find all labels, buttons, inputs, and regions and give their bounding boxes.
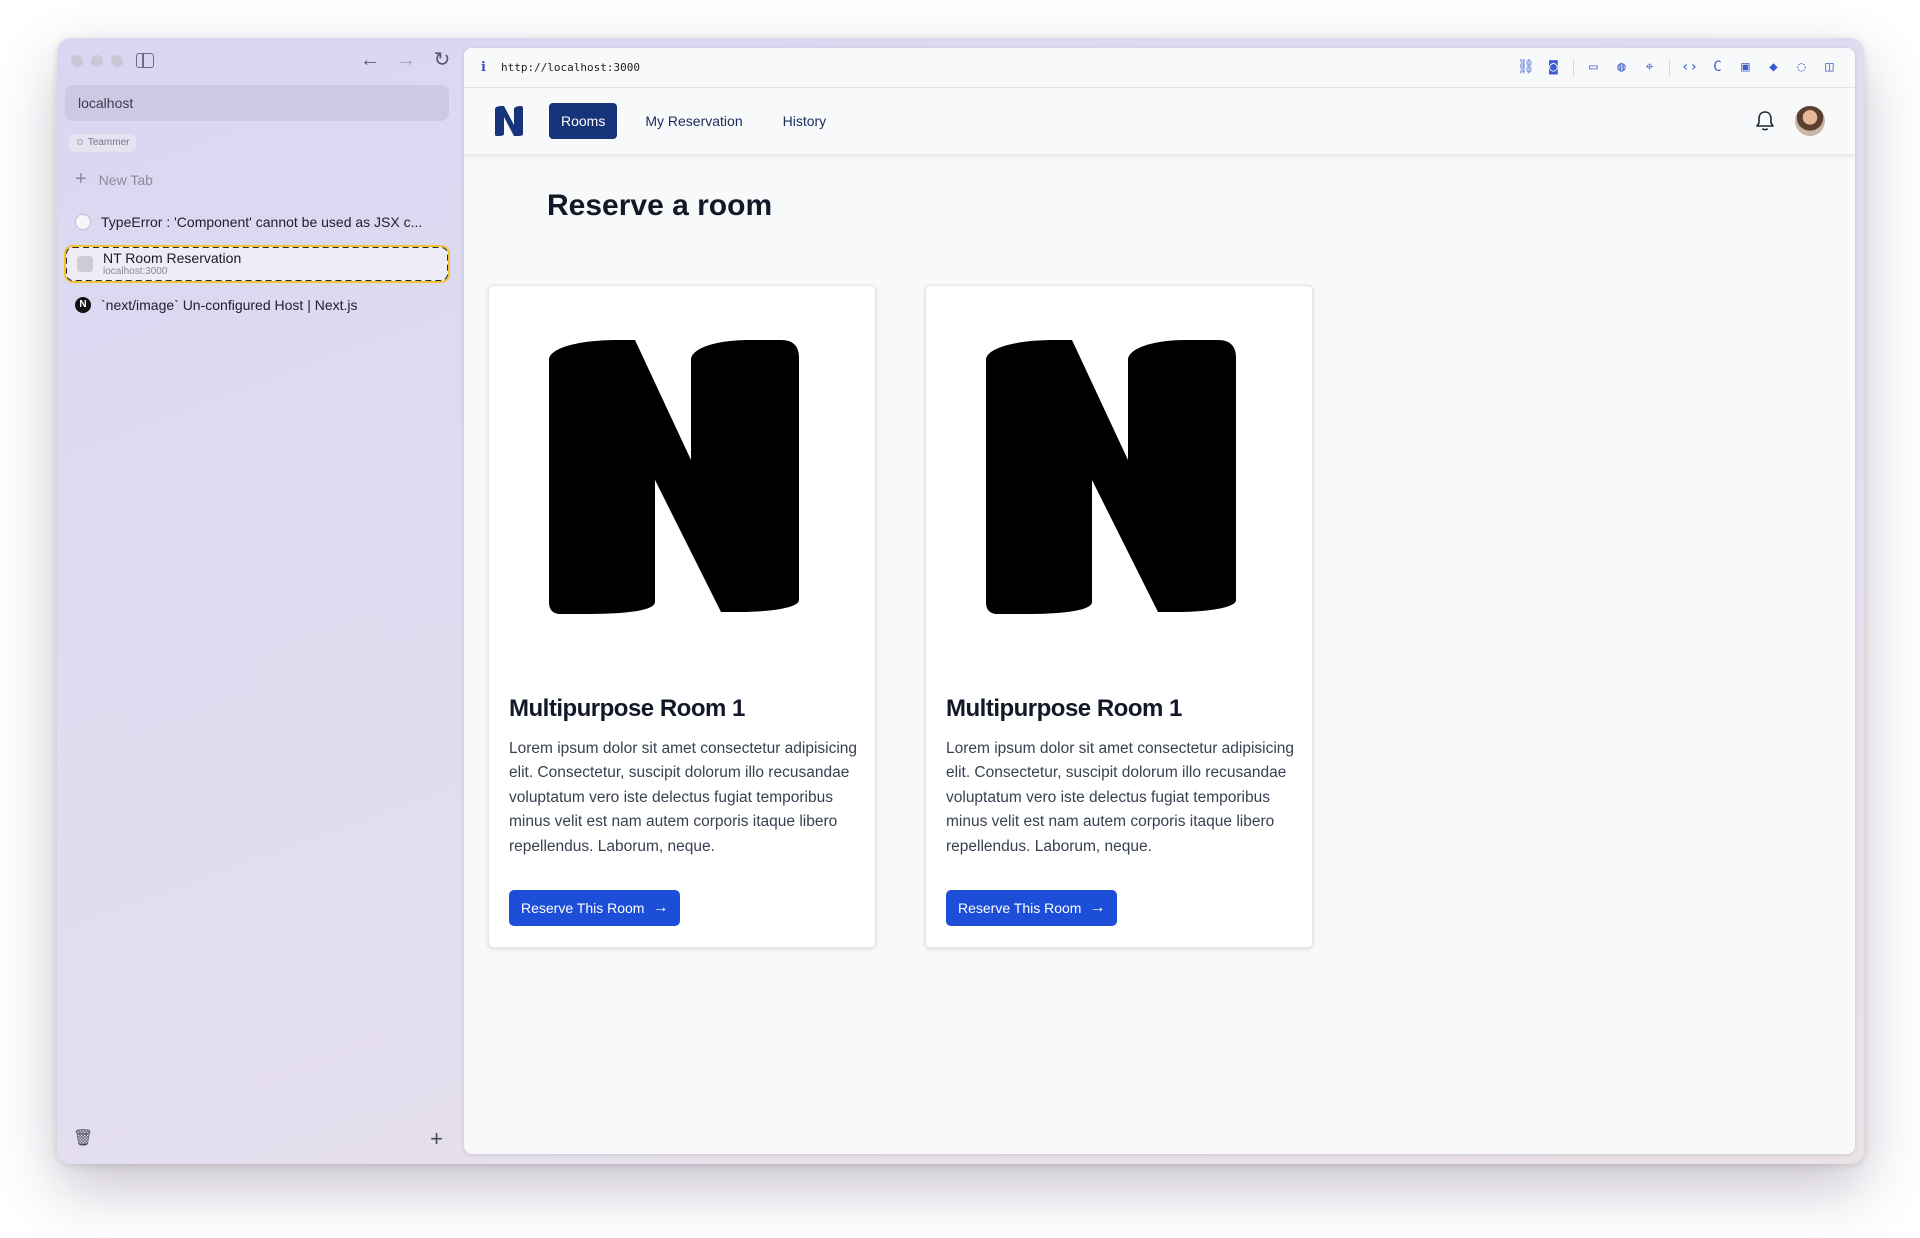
add-space-icon[interactable]: + — [430, 1126, 443, 1152]
new-tab-label: New Tab — [98, 171, 153, 188]
link-icon[interactable]: ⛓ — [1517, 59, 1535, 76]
terminal-icon[interactable]: ▭ — [1585, 59, 1602, 76]
room-name: Multipurpose Room 1 — [509, 695, 745, 722]
back-arrow-icon[interactable]: ← — [359, 48, 381, 72]
room-image — [986, 340, 1236, 614]
globe-icon[interactable]: ◍ — [1613, 59, 1630, 76]
room-description: Lorem ipsum dolor sit amet consectetur a… — [946, 740, 1295, 855]
css-icon[interactable]: C — [1709, 59, 1726, 76]
reload-icon[interactable]: ↻ — [431, 48, 453, 72]
room-card: Multipurpose Room 1 Lorem ipsum dolor si… — [925, 285, 1313, 948]
room-image — [549, 340, 799, 614]
minimize-window-button[interactable] — [91, 55, 103, 67]
sidebar-tab-typeerror[interactable]: TypeError : 'Component' cannot be used a… — [65, 205, 449, 239]
navbar-actions — [1755, 106, 1825, 136]
sidebar-toggle-icon[interactable] — [136, 53, 154, 68]
crosshair-icon[interactable]: ⌖ — [1641, 59, 1658, 76]
extension-toolbar: ⛓ ◙ ▭ ◍ ⌖ ‹› C ▣ ◆ ◌ ◫ — [1517, 58, 1838, 77]
brand-logo-icon[interactable] — [494, 105, 524, 137]
history-nav: ← → ↻ — [359, 48, 453, 72]
plus-icon: + — [75, 168, 87, 190]
code-icon[interactable]: ‹› — [1681, 59, 1698, 76]
github-favicon-icon — [75, 214, 91, 230]
tab-title: `next/image` Un-configured Host | Next.j… — [101, 297, 358, 313]
web-content: i http://localhost:3000 ⛓ ◙ ▭ ◍ ⌖ ‹› C ▣… — [464, 48, 1855, 1154]
archive-icon[interactable]: 🗑 — [73, 1128, 93, 1148]
toolbar-divider — [1669, 58, 1670, 77]
tab-title: TypeError : 'Component' cannot be used a… — [101, 214, 423, 230]
zoom-window-button[interactable] — [111, 55, 123, 67]
blank-favicon-icon — [77, 256, 93, 272]
site-navbar: Rooms My Reservation History — [464, 88, 1855, 154]
extension-avatar-icon[interactable]: ▣ — [1737, 59, 1754, 76]
room-description: Lorem ipsum dolor sit amet consectetur a… — [509, 740, 858, 855]
close-window-button[interactable] — [71, 55, 83, 67]
arrow-right-icon: → — [652, 899, 669, 916]
tab-subtitle: localhost:3000 — [103, 266, 168, 277]
smiley-icon: ☺ — [75, 137, 88, 148]
info-icon[interactable]: i — [481, 60, 486, 75]
bell-icon[interactable] — [1755, 110, 1775, 132]
nav-link-my-reservation[interactable]: My Reservation — [633, 103, 754, 139]
address-bar: i http://localhost:3000 ⛓ ◙ ▭ ◍ ⌖ ‹› C ▣… — [464, 48, 1855, 88]
camera-icon[interactable]: ◙ — [1545, 59, 1562, 76]
address-url[interactable]: http://localhost:3000 — [501, 61, 640, 74]
browser-window: ← → ↻ localhost ☺ Teammer + New Tab Type… — [57, 38, 1864, 1164]
new-tab-button[interactable]: + New Tab — [75, 168, 153, 191]
sidebar-tab-room-reservation[interactable]: NT Room Reservation localhost:3000 — [64, 245, 450, 283]
nav-link-history[interactable]: History — [771, 103, 839, 139]
window-controls[interactable] — [71, 55, 123, 67]
reserve-room-button[interactable]: Reserve This Room → — [509, 890, 681, 926]
nav-link-rooms[interactable]: Rooms — [549, 103, 618, 139]
sidebar-tab-nextjs[interactable]: N `next/image` Un-configured Host | Next… — [65, 288, 449, 322]
space-badge[interactable]: ☺ Teammer — [69, 134, 136, 152]
page-title: Reserve a room — [547, 189, 773, 222]
space-label: Teammer — [87, 137, 130, 148]
reserve-button-label: Reserve This Room — [521, 900, 645, 916]
browser-sidebar: ← → ↻ localhost ☺ Teammer + New Tab Type… — [57, 38, 457, 1164]
toolbar-divider — [1573, 58, 1574, 77]
reserve-button-label: Reserve This Room — [958, 900, 1082, 916]
dots-circle-icon[interactable]: ◌ — [1793, 59, 1810, 76]
arrow-right-icon: → — [1089, 899, 1106, 916]
split-view-icon[interactable]: ◫ — [1821, 59, 1838, 76]
forward-arrow-icon[interactable]: → — [395, 48, 417, 72]
sidebar-url-field[interactable]: localhost — [65, 85, 449, 121]
shield-icon[interactable]: ◆ — [1765, 59, 1782, 76]
user-avatar[interactable] — [1795, 106, 1825, 136]
reserve-room-button[interactable]: Reserve This Room → — [946, 890, 1118, 926]
room-card: Multipurpose Room 1 Lorem ipsum dolor si… — [488, 285, 876, 948]
tab-title: NT Room Reservation — [103, 250, 242, 266]
nextjs-favicon-icon: N — [75, 297, 91, 313]
room-name: Multipurpose Room 1 — [946, 695, 1182, 722]
